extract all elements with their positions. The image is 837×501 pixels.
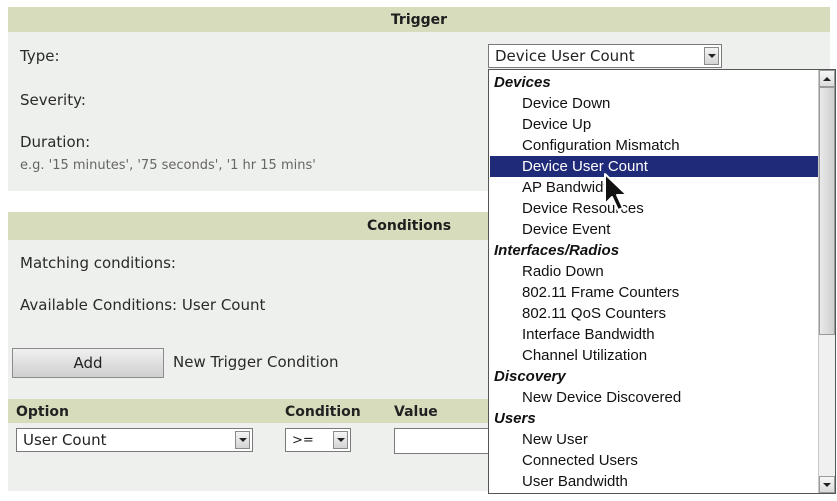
scroll-down-button[interactable]	[819, 476, 835, 493]
scroll-thumb[interactable]	[819, 87, 835, 335]
condition-select[interactable]: >=	[285, 428, 351, 452]
available-conditions-label: Available Conditions: User Count	[20, 296, 266, 314]
dropdown-option[interactable]: 802.11 QoS Counters	[490, 303, 818, 324]
value-input[interactable]	[394, 428, 494, 454]
option-select-arrow[interactable]	[235, 431, 250, 449]
option-select[interactable]: User Count	[16, 428, 253, 452]
dropdown-option[interactable]: Channel Utilization	[490, 345, 818, 366]
type-select-value: Device User Count	[495, 47, 635, 65]
dropdown-scrollbar[interactable]	[818, 70, 835, 493]
dropdown-group-header: Discovery	[494, 368, 566, 385]
severity-label: Severity:	[20, 91, 86, 109]
chevron-down-icon	[823, 482, 831, 487]
trigger-header: Trigger	[8, 7, 830, 32]
new-trigger-condition-label: New Trigger Condition	[173, 353, 339, 371]
duration-hint: e.g. '15 minutes', '75 seconds', '1 hr 1…	[20, 158, 316, 173]
dropdown-group-header: Devices	[494, 74, 551, 91]
condition-select-arrow[interactable]	[333, 431, 348, 449]
mouse-pointer-icon	[604, 173, 628, 211]
value-column-header: Value	[394, 404, 438, 420]
dropdown-option[interactable]: User Bandwidth	[490, 471, 818, 492]
add-button[interactable]: Add	[12, 348, 164, 378]
scroll-up-button[interactable]	[819, 70, 835, 87]
chevron-down-icon	[238, 438, 247, 442]
trigger-header-label: Trigger	[390, 11, 448, 28]
type-label: Type:	[20, 47, 60, 65]
chevron-down-icon	[336, 438, 345, 442]
dropdown-option[interactable]: Radio Down	[490, 261, 818, 282]
dropdown-option[interactable]: Device Resources	[490, 198, 818, 219]
dropdown-option[interactable]: Configuration Mismatch	[490, 135, 818, 156]
option-column-header: Option	[16, 404, 69, 420]
option-select-value: User Count	[23, 431, 107, 449]
dropdown-group-header: Users	[494, 410, 536, 427]
type-select[interactable]: Device User Count	[488, 44, 722, 68]
dropdown-option[interactable]: Device Up	[490, 114, 818, 135]
dropdown-option[interactable]: Device User Count	[490, 156, 818, 177]
dropdown-option[interactable]: Device Down	[490, 93, 818, 114]
condition-column-header: Condition	[285, 404, 361, 420]
type-select-arrow[interactable]	[704, 47, 719, 65]
matching-conditions-label: Matching conditions:	[20, 254, 176, 272]
dropdown-option[interactable]: 802.11 Frame Counters	[490, 282, 818, 303]
condition-select-value: >=	[292, 432, 314, 448]
chevron-up-icon	[823, 76, 831, 81]
dropdown-option[interactable]: New User	[490, 429, 818, 450]
dropdown-option[interactable]: New Device Discovered	[490, 387, 818, 408]
duration-label: Duration:	[20, 133, 91, 151]
dropdown-option[interactable]: AP Bandwidth	[490, 177, 818, 198]
dropdown-option[interactable]: Interface Bandwidth	[490, 324, 818, 345]
dropdown-group-header: Interfaces/Radios	[494, 242, 620, 259]
dropdown-option[interactable]: Connected Users	[490, 450, 818, 471]
type-dropdown-list[interactable]: Devices Device Down Device Up Configuration…	[488, 69, 836, 494]
dropdown-option[interactable]: Device Event	[490, 219, 818, 240]
chevron-down-icon	[707, 54, 716, 58]
conditions-header-label: Conditions	[366, 218, 452, 234]
